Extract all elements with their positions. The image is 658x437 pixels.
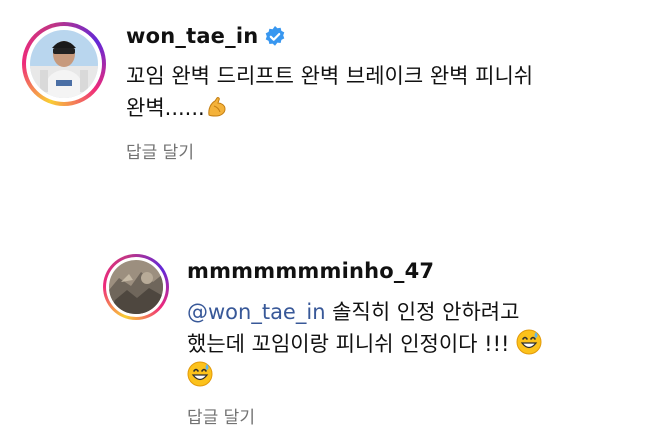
mention-link[interactable]: @won_tae_in — [187, 300, 326, 324]
grinning-sweat-face-icon — [187, 361, 213, 387]
comment-text-line2: 완벽...... — [126, 96, 205, 120]
comment-username[interactable]: won_tae_in — [126, 24, 258, 48]
comment-text: 꼬임 완벽 드리프트 완벽 브레이크 완벽 피니쉬 완벽...... — [126, 60, 533, 124]
verified-badge-icon — [265, 26, 285, 46]
reply-button[interactable]: 답글 달기 — [126, 138, 194, 163]
profile-photo-icon — [109, 260, 163, 314]
comment-text-line1: 솔직히 인정 안하려고 — [325, 300, 520, 324]
flexed-biceps-icon — [208, 97, 226, 117]
avatar-won-tae-in[interactable] — [22, 22, 106, 106]
comment-text: @won_tae_in 솔직히 인정 안하려고 했는데 꼬임이랑 피니쉬 인정이… — [187, 296, 542, 392]
grinning-sweat-face-icon — [516, 329, 542, 355]
reply-button[interactable]: 답글 달기 — [187, 403, 255, 428]
profile-photo-icon — [30, 30, 98, 98]
comment-username[interactable]: mmmmmmminho_47 — [187, 259, 434, 283]
comment-1: won_tae_in 꼬임 완벽 드리프트 완벽 브레이크 완벽 피니쉬 완벽.… — [0, 0, 658, 180]
comment-2: mmmmmmminho_47 @won_tae_in 솔직히 인정 안하려고 했… — [0, 240, 658, 437]
avatar-mmmmmmminho-47[interactable] — [103, 254, 169, 320]
comment-text-line1: 꼬임 완벽 드리프트 완벽 브레이크 완벽 피니쉬 — [126, 64, 534, 88]
comment-text-line2: 했는데 꼬임이랑 피니쉬 인정이다 !!! — [187, 332, 517, 356]
